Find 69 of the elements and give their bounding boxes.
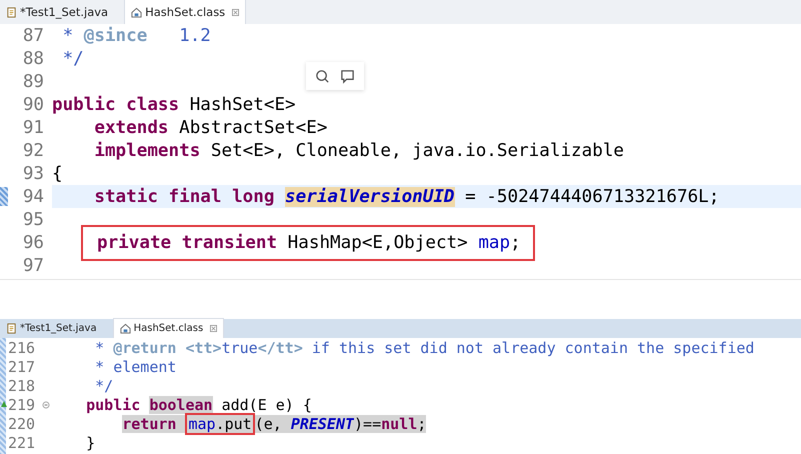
code-text: HashSet<E> xyxy=(190,94,296,114)
line-number: 217 xyxy=(7,358,36,376)
line-number: 91 xyxy=(22,118,44,138)
keyword: boolean xyxy=(149,396,213,414)
fold-icon[interactable] xyxy=(42,400,50,408)
editor-tab[interactable]: *Test1_Set.java xyxy=(0,0,114,24)
comment-text: if this set did not already contain the specified xyxy=(312,338,754,356)
comment-text: true xyxy=(222,338,258,356)
line-number: 221 xyxy=(7,434,36,452)
code-text: (e, xyxy=(254,414,291,432)
code-text: { xyxy=(52,164,63,184)
constant-name: serialVersionUID xyxy=(285,186,455,206)
editor-tab[interactable]: HashSet.class xyxy=(124,0,246,24)
code-text: add(E e) { xyxy=(222,396,312,414)
field-name: map xyxy=(478,232,510,252)
code-text: Set<E>, Cloneable, java.io.Serializable xyxy=(210,140,624,160)
line-number: 218 xyxy=(7,376,36,394)
keyword: extends xyxy=(94,118,169,138)
keyword: return xyxy=(122,414,186,432)
editor-tab[interactable]: HashSet.class xyxy=(112,318,224,338)
class-file-icon xyxy=(131,6,142,18)
code-text: .put xyxy=(216,414,252,432)
doc-tag: </tt> xyxy=(258,338,303,356)
comment-text: */ xyxy=(95,376,114,394)
constant-name: PRESENT xyxy=(290,414,354,432)
line-number: 90 xyxy=(22,94,44,114)
comment-text: * xyxy=(95,338,106,356)
close-icon[interactable] xyxy=(210,325,218,332)
line-number: 88 xyxy=(22,48,44,68)
doc-tag: <tt> xyxy=(185,338,222,356)
line-number: 219 xyxy=(7,396,36,414)
line-number: 96 xyxy=(22,232,44,252)
comment-icon[interactable] xyxy=(340,68,355,84)
code-text: ; xyxy=(417,414,426,432)
comment-text: 1.2 xyxy=(179,26,211,46)
code-text: } xyxy=(86,434,96,452)
keyword: private transient xyxy=(97,232,278,252)
line-number: 216 xyxy=(7,338,36,356)
comment-text: * element xyxy=(95,358,176,376)
keyword: public xyxy=(86,396,142,414)
editor-tab[interactable]: *Test1_Set.java xyxy=(0,319,103,338)
comment-text: * xyxy=(62,26,74,46)
doc-tag: @since xyxy=(84,26,148,46)
line-number: 94 xyxy=(22,186,44,206)
code-text: )== xyxy=(354,414,382,432)
line-number: 87 xyxy=(22,26,44,46)
keyword: null xyxy=(381,414,418,432)
keyword: static final long xyxy=(94,186,276,206)
line-number: 95 xyxy=(22,210,44,230)
code-text: AbstractSet<E> xyxy=(179,118,328,138)
line-number: 89 xyxy=(22,72,44,92)
comment-text: */ xyxy=(62,48,84,68)
search-icon[interactable] xyxy=(315,68,330,84)
keyword: public class xyxy=(52,94,180,114)
code-text: HashMap<E,Object> xyxy=(286,232,469,252)
close-icon[interactable] xyxy=(232,8,240,16)
doc-tag: @return xyxy=(113,338,176,356)
line-number: 97 xyxy=(22,256,44,276)
code-text: = -5024744406713321676L; xyxy=(465,186,720,206)
line-number: 220 xyxy=(7,414,36,432)
change-marker xyxy=(0,187,8,206)
field-name: map xyxy=(188,414,216,432)
java-file-icon xyxy=(6,6,17,18)
keyword: implements xyxy=(94,140,200,160)
java-file-icon xyxy=(6,323,17,334)
line-number: 93 xyxy=(22,164,44,184)
code-text: ; xyxy=(510,232,521,252)
class-file-icon xyxy=(120,323,131,334)
line-number: 92 xyxy=(22,140,44,160)
